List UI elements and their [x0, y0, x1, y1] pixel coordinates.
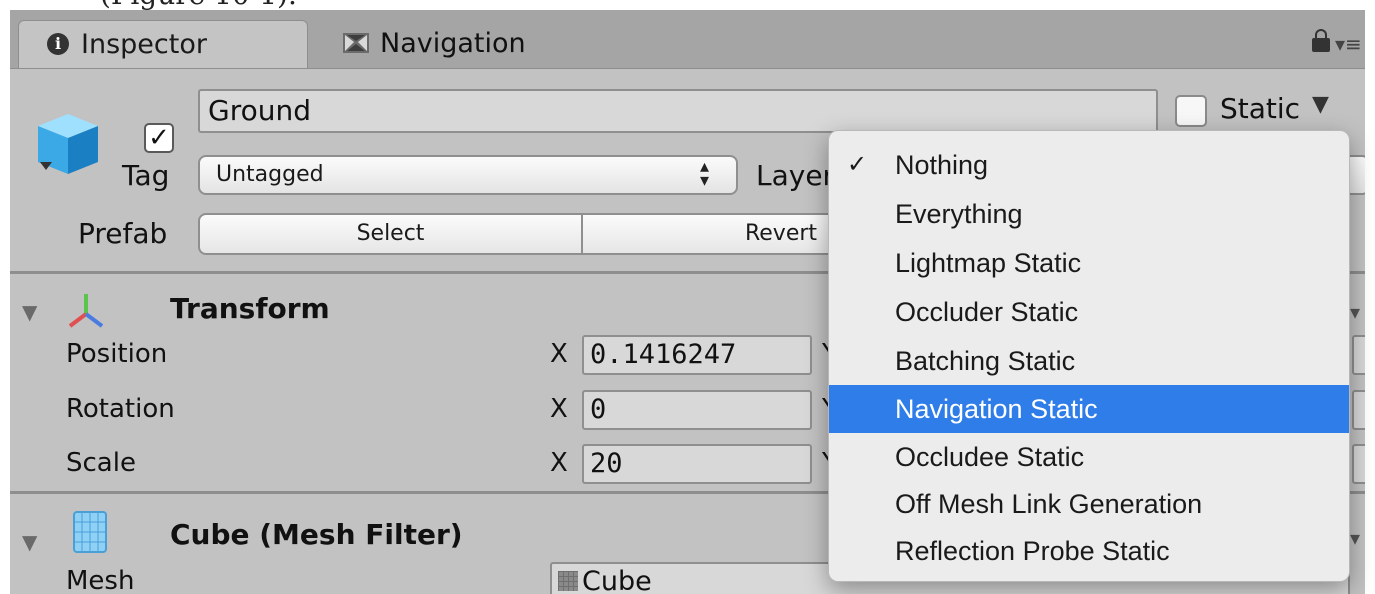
tab-menu-icon[interactable]: ▾≡ — [1335, 32, 1362, 56]
menu-item-label: Everything — [895, 199, 1023, 229]
layer-label: Layer — [756, 159, 835, 192]
lock-icon[interactable] — [1312, 29, 1330, 52]
tab-inspector[interactable]: i Inspector — [18, 20, 308, 68]
menu-item-reflection-probe-static[interactable]: Reflection Probe Static — [829, 527, 1349, 575]
position-label: Position — [66, 339, 168, 369]
tag-select[interactable]: Untagged — [198, 155, 738, 195]
navmesh-icon — [343, 32, 369, 53]
active-checkbox[interactable]: ✓ — [144, 123, 174, 153]
gameobject-cube-icon — [38, 114, 98, 174]
menu-item-label: Nothing — [895, 150, 989, 180]
rotation-z-field[interactable] — [1352, 390, 1365, 430]
static-label: Static — [1220, 92, 1301, 125]
menu-item-label: Lightmap Static — [895, 248, 1082, 278]
scale-x-label: X — [550, 448, 568, 478]
foldout-arrow-icon[interactable]: ▼ — [22, 530, 37, 554]
rotation-x-label: X — [550, 394, 568, 424]
prefab-label: Prefab — [78, 217, 168, 250]
position-x-label: X — [550, 339, 568, 369]
foldout-arrow-icon[interactable]: ▼ — [22, 300, 37, 324]
scale-label: Scale — [66, 448, 136, 478]
tab-inspector-label: Inspector — [81, 29, 207, 60]
tab-bar: i Inspector Navigation ▾≡ — [10, 10, 1365, 69]
object-name-field[interactable]: Ground — [198, 89, 1158, 133]
scale-x-field[interactable]: 20 — [582, 444, 812, 484]
menu-item-label: Occludee Static — [895, 442, 1085, 472]
info-icon: i — [47, 32, 69, 55]
menu-item-occluder-static[interactable]: Occluder Static — [829, 288, 1349, 336]
tag-label: Tag — [122, 159, 170, 192]
prefab-select-button[interactable]: Select — [198, 213, 583, 255]
menu-item-lightmap-static[interactable]: Lightmap Static — [829, 239, 1349, 287]
menu-item-everything[interactable]: Everything — [829, 190, 1349, 238]
mesh-filter-icon — [73, 511, 107, 553]
mesh-value: Cube — [582, 566, 652, 594]
menu-item-label: Off Mesh Link Generation — [895, 489, 1203, 519]
component-menu-icon[interactable]: ▾ — [1350, 526, 1360, 550]
rotation-x-field[interactable]: 0 — [582, 390, 812, 430]
menu-item-label: Navigation Static — [895, 394, 1098, 424]
scale-z-field[interactable] — [1352, 444, 1365, 484]
static-flags-menu: ✓ Nothing Everything Lightmap Static Occl… — [828, 130, 1350, 582]
mesh-filter-title: Cube (Mesh Filter) — [170, 518, 463, 551]
menu-item-nothing[interactable]: ✓ Nothing — [829, 141, 1349, 189]
menu-item-label: Occluder Static — [895, 297, 1079, 327]
static-checkbox[interactable] — [1175, 95, 1207, 127]
menu-item-navigation-static[interactable]: Navigation Static — [829, 385, 1349, 433]
checkmark-icon: ✓ — [847, 151, 868, 178]
position-z-field[interactable] — [1352, 335, 1365, 375]
tab-navigation-label: Navigation — [380, 28, 526, 59]
component-menu-icon[interactable]: ▾ — [1350, 300, 1360, 324]
menu-item-occludee-static[interactable]: Occludee Static — [829, 433, 1349, 481]
menu-item-label: Batching Static — [895, 346, 1076, 376]
mesh-asset-icon — [558, 570, 578, 591]
menu-item-batching-static[interactable]: Batching Static — [829, 337, 1349, 385]
menu-item-off-mesh-link-generation[interactable]: Off Mesh Link Generation — [829, 480, 1349, 528]
static-dropdown-arrow-icon[interactable]: ▼ — [1312, 92, 1329, 117]
select-arrows-icon: ▴ ▾ — [700, 156, 710, 191]
transform-axes-icon — [68, 294, 104, 328]
rotation-label: Rotation — [66, 394, 175, 424]
transform-title: Transform — [170, 292, 330, 325]
mesh-label: Mesh — [66, 566, 135, 594]
position-x-field[interactable]: 0.1416247 — [582, 335, 812, 375]
menu-item-label: Reflection Probe Static — [895, 536, 1170, 566]
tab-navigation[interactable]: Navigation — [330, 20, 590, 68]
